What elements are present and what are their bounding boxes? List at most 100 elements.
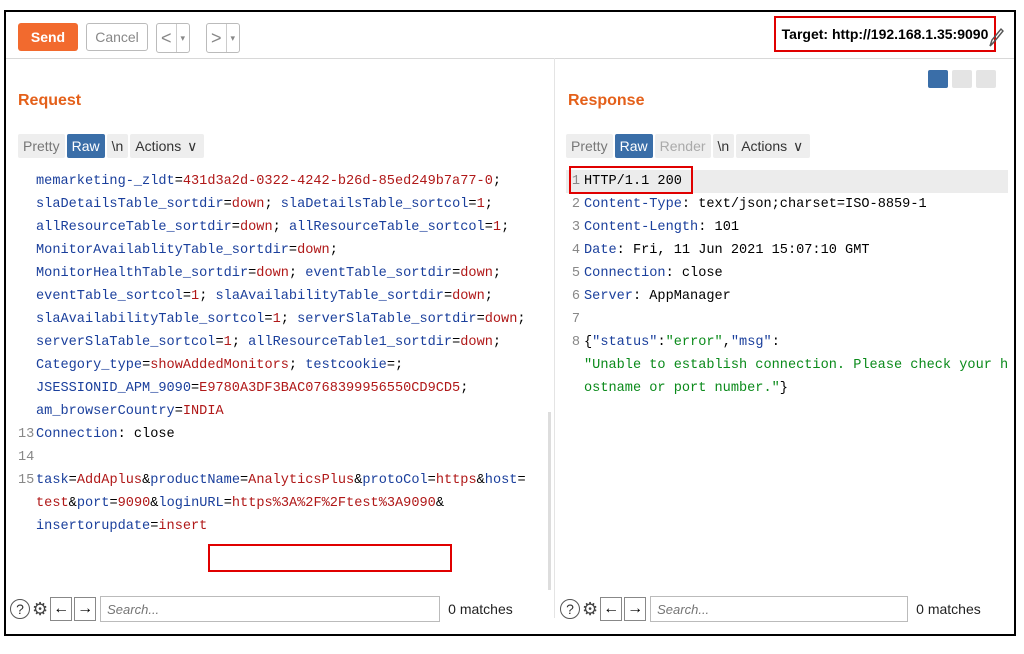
code-line: 6 Server: AppManager xyxy=(566,285,1008,308)
code-token: ; xyxy=(492,335,502,350)
code-token: protoCol xyxy=(362,473,428,488)
code-token: AnalyticsPlus xyxy=(248,473,355,488)
gear-icon[interactable]: ⚙ xyxy=(32,599,48,620)
pane-divider[interactable] xyxy=(554,58,555,618)
line-number: 4 xyxy=(571,243,580,258)
code-token: allResourceTable_sortdir xyxy=(36,220,232,235)
code-token: https%3A%2F%2Ftest%3A9090 xyxy=(231,496,436,511)
tab-newline[interactable]: \n xyxy=(712,134,735,158)
code-token: AddAplus xyxy=(76,473,143,488)
split-vertical-icon[interactable] xyxy=(952,70,972,88)
line-number: 5 xyxy=(571,266,580,281)
request-scrollbar[interactable] xyxy=(548,412,551,590)
code-token: port xyxy=(76,496,110,511)
code-token: insert xyxy=(158,519,208,534)
code-line: insertorupdate=insert xyxy=(18,515,526,538)
line-number: 8 xyxy=(571,335,580,350)
code-token: down xyxy=(256,266,289,281)
target-label[interactable]: Target: http://192.168.1.35:9090 xyxy=(774,16,996,52)
request-search-bar: ? ⚙ ← → 0 matches xyxy=(10,592,513,626)
code-token: showAddedMonitors xyxy=(150,358,289,373)
chevron-down-icon[interactable]: ▾ xyxy=(225,24,240,52)
cancel-button[interactable]: Cancel xyxy=(86,23,148,51)
code-token: host xyxy=(484,473,518,488)
code-line: slaAvailabilityTable_sortcol=1; serverSl… xyxy=(18,308,526,331)
code-token: ; xyxy=(280,312,298,327)
tab-raw[interactable]: Raw xyxy=(66,134,105,158)
code-line: "Unable to establish connection. Please … xyxy=(566,354,1008,377)
line-number: 2 xyxy=(571,197,580,212)
code-token: { xyxy=(584,335,593,350)
back-history-group[interactable]: < ▾ xyxy=(156,23,191,53)
code-token: 1 xyxy=(476,197,485,212)
code-token: 431d3a2d-0322-4242-b26d-85ed249b7a77-0 xyxy=(182,174,493,189)
response-title: Response xyxy=(568,92,645,109)
forward-history-group[interactable]: > ▾ xyxy=(206,23,241,53)
next-match-icon[interactable]: → xyxy=(74,597,97,621)
code-token: & xyxy=(476,473,485,488)
code-line: allResourceTable_sortdir=down; allResour… xyxy=(18,216,526,239)
pencil-icon[interactable] xyxy=(986,26,1006,50)
code-token: 1 xyxy=(492,220,502,235)
request-editor[interactable]: memarketing-_zldt=431d3a2d-0322-4242-b26… xyxy=(18,170,526,538)
code-token: ; xyxy=(288,358,306,373)
code-token: 1 xyxy=(191,289,200,304)
previous-match-icon[interactable]: ← xyxy=(50,597,73,621)
search-input[interactable] xyxy=(650,596,909,622)
single-pane-icon[interactable] xyxy=(976,70,996,88)
line-number: 3 xyxy=(571,220,580,235)
next-match-icon[interactable]: → xyxy=(624,597,647,621)
code-token: ; xyxy=(501,220,510,235)
help-icon[interactable]: ? xyxy=(10,599,30,619)
previous-match-icon[interactable]: ← xyxy=(600,597,623,621)
code-token: slaDetailsTable_sortcol xyxy=(280,197,469,212)
code-token: : AppManager xyxy=(632,289,731,304)
help-icon[interactable]: ? xyxy=(560,599,580,619)
line-number: 7 xyxy=(571,312,580,327)
code-token: "Unable to establish connection. Please … xyxy=(584,358,1009,373)
code-token: productName xyxy=(150,473,240,488)
split-horizontal-icon[interactable] xyxy=(928,70,948,88)
tab-actions[interactable]: Actions ∨ xyxy=(736,134,811,158)
code-token: : 101 xyxy=(698,220,740,235)
line-number: 14 xyxy=(18,450,35,465)
back-arrow-icon[interactable]: < xyxy=(157,28,176,49)
code-token: slaAvailabilityTable_sortcol xyxy=(36,312,265,327)
tab-pretty[interactable]: Pretty xyxy=(18,134,65,158)
code-token: = xyxy=(223,496,232,511)
code-token: down xyxy=(297,243,330,258)
tab-pretty[interactable]: Pretty xyxy=(566,134,613,158)
tab-render[interactable]: Render xyxy=(654,134,711,158)
chevron-down-icon: ∨ xyxy=(187,137,198,154)
login-url-highlight xyxy=(208,544,452,572)
code-token: ; xyxy=(264,197,281,212)
gear-icon[interactable]: ⚙ xyxy=(582,599,598,620)
code-token: Server xyxy=(584,289,633,304)
search-input[interactable] xyxy=(100,596,441,622)
code-token: https xyxy=(435,473,477,488)
code-token: = xyxy=(231,220,240,235)
code-token: JSESSIONID_APM_9090 xyxy=(36,381,191,396)
code-line: eventTable_sortcol=1; slaAvailabilityTab… xyxy=(18,285,526,308)
code-token: = xyxy=(427,473,436,488)
code-line: slaDetailsTable_sortdir=down; slaDetails… xyxy=(18,193,526,216)
chevron-down-icon[interactable]: ▾ xyxy=(175,24,190,52)
line-number: 13 xyxy=(18,427,35,442)
code-token: = xyxy=(142,358,151,373)
code-token: down xyxy=(231,197,265,212)
code-token: = xyxy=(468,197,477,212)
tab-actions[interactable]: Actions ∨ xyxy=(130,134,205,158)
line-number: 6 xyxy=(571,289,580,304)
send-button[interactable]: Send xyxy=(18,23,78,51)
code-token: =; xyxy=(386,358,404,373)
code-token: down xyxy=(484,312,518,327)
forward-arrow-icon[interactable]: > xyxy=(207,28,226,49)
match-count: 0 matches xyxy=(448,601,513,617)
code-token: "error" xyxy=(665,335,723,350)
request-title: Request xyxy=(18,92,82,109)
tab-newline[interactable]: \n xyxy=(106,134,129,158)
code-token: Category_type xyxy=(36,358,143,373)
response-viewer[interactable]: 1 HTTP/1.1 200 2 Content-Type: text/json;ch… xyxy=(566,170,1009,400)
code-token: = xyxy=(288,243,298,258)
tab-raw[interactable]: Raw xyxy=(614,134,653,158)
